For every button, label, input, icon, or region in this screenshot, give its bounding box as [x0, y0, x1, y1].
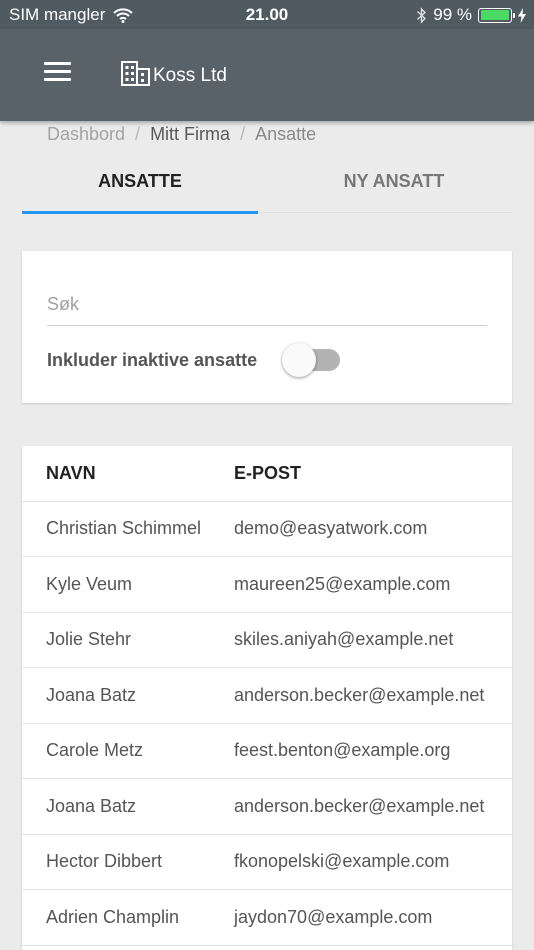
charging-icon	[518, 7, 526, 23]
table-row[interactable]: Joana Batz anderson.becker@example.net	[22, 779, 512, 835]
employee-email: jaydon70@example.com	[234, 907, 433, 927]
employee-email: demo@easyatwork.com	[234, 518, 428, 538]
tab-new-employee[interactable]: NY ANSATT	[276, 150, 512, 216]
employee-name: Joana Batz	[46, 685, 137, 705]
employee-name: Joana Batz	[46, 796, 137, 816]
battery-percent: 99 %	[433, 5, 472, 24]
tab-divider	[258, 212, 512, 213]
employee-name: Adrien Champlin	[46, 907, 180, 927]
breadcrumb-dashboard[interactable]: Dashbord	[47, 124, 125, 145]
employee-email: feest.benton@example.org	[234, 740, 451, 760]
tab-employees[interactable]: ANSATTE	[22, 150, 258, 216]
active-tab-indicator	[22, 211, 258, 214]
employee-email: skiles.aniyah@example.net	[234, 629, 454, 649]
status-bar: SIM mangler 21.00 99 %	[0, 0, 534, 29]
column-header-email: E-POST	[234, 463, 302, 483]
include-inactive-toggle[interactable]	[282, 343, 344, 379]
employee-name: Christian Schimmel	[46, 518, 202, 538]
table-row[interactable]: Carole Metz feest.benton@example.org	[22, 723, 512, 779]
breadcrumb-my-company[interactable]: Mitt Firma	[150, 124, 230, 145]
status-bar-right: 99 %	[410, 5, 526, 25]
table-row[interactable]: Joana Batz anderson.becker@example.net	[22, 668, 512, 724]
table-header-row: NAVN E-POST	[22, 446, 512, 502]
include-inactive-label: Inkluder inaktive ansatte	[47, 350, 258, 370]
table-row[interactable]: Kyle Veum maureen25@example.com	[22, 557, 512, 613]
battery-level-fill	[480, 10, 510, 20]
employee-name: Kyle Veum	[46, 574, 133, 594]
search-card: Inkluder inaktive ansatte	[22, 251, 512, 403]
table-row[interactable]: Christian Schimmel demo@easyatwork.com	[22, 501, 512, 557]
employee-name: Jolie Stehr	[46, 629, 132, 649]
bluetooth-icon	[417, 6, 427, 24]
hamburger-menu-icon[interactable]	[44, 62, 71, 84]
search-input[interactable]	[47, 283, 487, 326]
company-selector[interactable]: Koss Ltd	[121, 61, 227, 86]
employee-email: fkonopelski@example.com	[234, 851, 450, 871]
breadcrumb: Dashbord / Mitt Firma / Ansatte	[47, 124, 316, 145]
employees-table: NAVN E-POST Christian Schimmel demo@easy…	[22, 446, 512, 950]
employee-name: Carole Metz	[46, 740, 144, 760]
breadcrumb-employees: Ansatte	[255, 124, 317, 144]
tab-bar: ANSATTE NY ANSATT	[22, 150, 512, 216]
employee-email: maureen25@example.com	[234, 574, 451, 594]
table-row[interactable]: Jolie Stehr skiles.aniyah@example.net	[22, 612, 512, 668]
building-icon	[121, 61, 150, 86]
column-header-name: NAVN	[46, 463, 96, 483]
toggle-knob	[282, 343, 316, 377]
table-row[interactable]: Hector Dibbert fkonopelski@example.com	[22, 834, 512, 890]
company-name: Koss Ltd	[153, 65, 227, 86]
battery-icon	[478, 7, 515, 23]
breadcrumb-separator: /	[135, 124, 141, 144]
employee-name: Hector Dibbert	[46, 851, 163, 871]
app-bar: Koss Ltd	[0, 29, 534, 121]
table-row[interactable]: Adrien Champlin jaydon70@example.com	[22, 890, 512, 946]
breadcrumb-separator: /	[240, 124, 246, 144]
employee-email: anderson.becker@example.net	[234, 796, 485, 816]
employee-email: anderson.becker@example.net	[234, 685, 485, 705]
